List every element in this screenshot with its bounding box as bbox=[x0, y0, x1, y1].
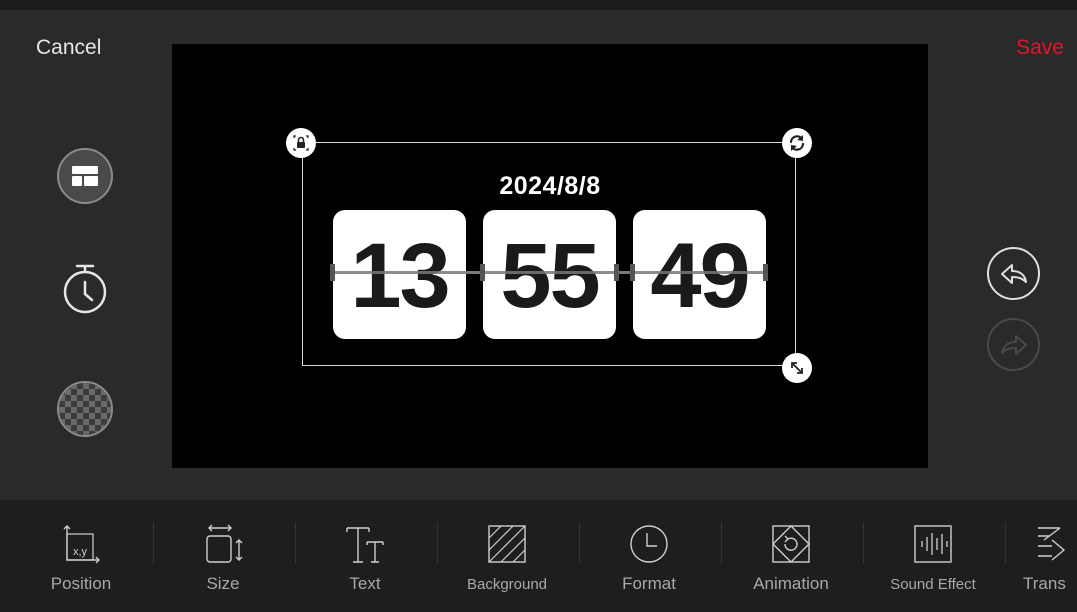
animation-icon bbox=[772, 525, 810, 563]
tool-position[interactable]: x,y Position bbox=[10, 500, 152, 612]
tool-text[interactable]: Text bbox=[294, 500, 436, 612]
tool-label: Size bbox=[206, 574, 240, 593]
tool-sound-effect[interactable]: Sound Effect bbox=[862, 500, 1004, 612]
preview-canvas[interactable]: 2024/8/8 13 55 49 bbox=[172, 44, 928, 468]
save-button[interactable]: Save bbox=[1016, 36, 1064, 60]
timer-icon bbox=[63, 264, 107, 314]
format-clock-icon bbox=[630, 525, 668, 563]
tool-label: Format bbox=[622, 574, 676, 593]
size-icon bbox=[206, 524, 243, 563]
background-icon bbox=[488, 525, 526, 563]
layout-button[interactable] bbox=[57, 148, 113, 204]
tool-label: Text bbox=[349, 574, 381, 593]
rotate-icon bbox=[789, 135, 805, 151]
transparency-icon bbox=[59, 383, 111, 435]
tool-size[interactable]: Size bbox=[152, 500, 294, 612]
lock-icon bbox=[293, 135, 309, 151]
layout-icon bbox=[72, 166, 98, 186]
sound-effect-icon bbox=[914, 525, 952, 563]
transparency-button[interactable] bbox=[57, 381, 113, 437]
undo-button[interactable] bbox=[987, 247, 1040, 300]
lock-handle[interactable] bbox=[286, 128, 316, 158]
undo-icon bbox=[1000, 263, 1027, 284]
position-coord-text: x,y bbox=[73, 546, 88, 558]
redo-button[interactable] bbox=[987, 318, 1040, 371]
bottom-toolbar: x,y Position Size Text Background Format… bbox=[0, 500, 1077, 612]
tool-animation[interactable]: Animation bbox=[720, 500, 862, 612]
top-strip bbox=[0, 0, 1077, 10]
tool-label: Animation bbox=[753, 574, 829, 593]
redo-icon bbox=[1000, 334, 1027, 355]
tool-label: Position bbox=[50, 574, 112, 593]
tool-format[interactable]: Format bbox=[578, 500, 720, 612]
selection-box[interactable] bbox=[302, 142, 796, 366]
tool-background[interactable]: Background bbox=[436, 500, 578, 612]
tool-label: Sound Effect bbox=[890, 576, 976, 593]
cancel-button[interactable]: Cancel bbox=[36, 36, 101, 60]
rotate-handle[interactable] bbox=[782, 128, 812, 158]
text-icon bbox=[346, 527, 384, 563]
resize-icon bbox=[791, 362, 803, 374]
resize-handle[interactable] bbox=[782, 353, 812, 383]
tool-label: Trans bbox=[1023, 574, 1066, 593]
tool-transition[interactable]: Trans bbox=[1004, 500, 1077, 612]
position-icon: x,y bbox=[63, 525, 100, 564]
transition-icon bbox=[1038, 527, 1066, 561]
timer-button[interactable] bbox=[57, 260, 113, 316]
tool-label: Background bbox=[466, 576, 548, 593]
